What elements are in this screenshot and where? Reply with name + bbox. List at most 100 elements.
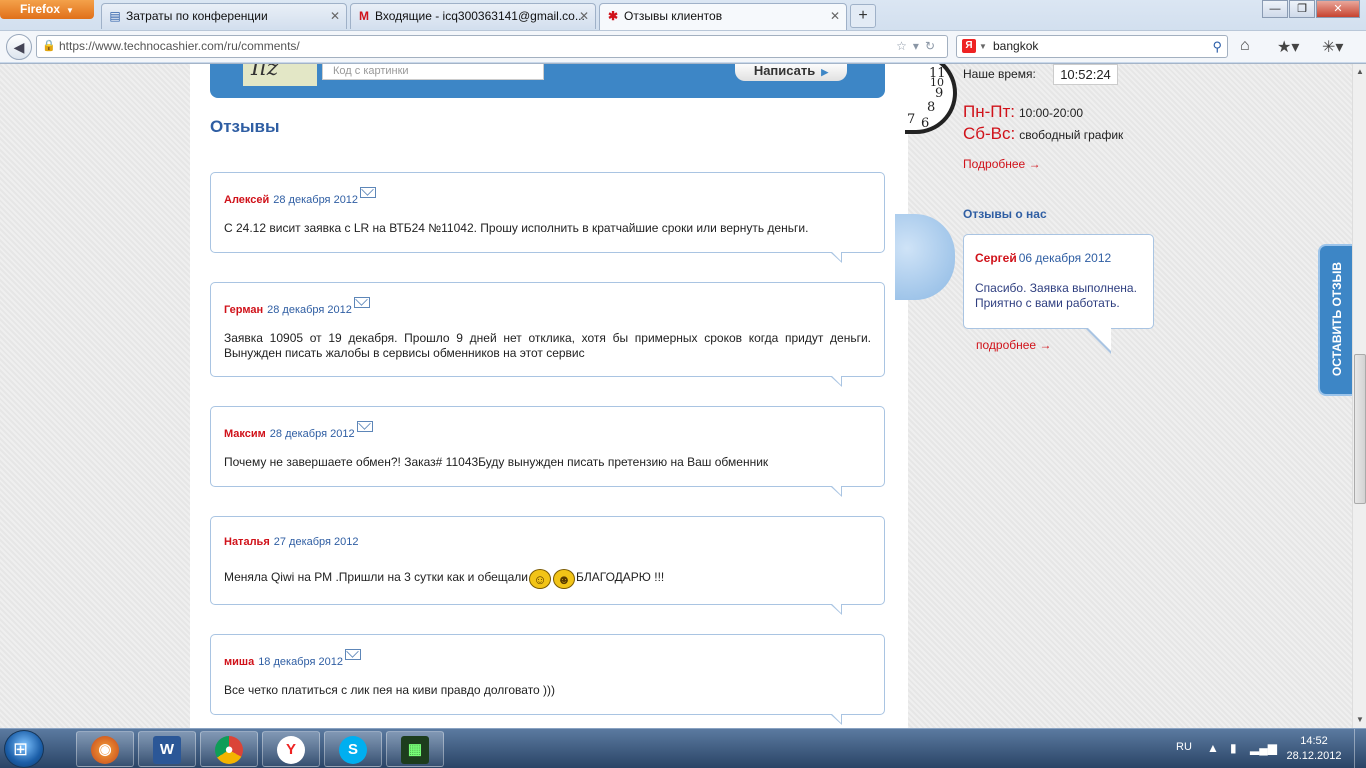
taskbar-monitor-app[interactable]: ▦ (386, 731, 444, 767)
page-viewport: Ilz Код с картинки Написать ▶ Отзывы Алек… (0, 64, 1352, 728)
captcha-input[interactable]: Код с картинки (322, 64, 544, 80)
tab-label: Отзывы клиентов (624, 9, 723, 23)
tray-time: 14:52 (1300, 735, 1328, 747)
review-card: Алексей 28 декабря 2012 С 24.12 висит зая… (210, 172, 885, 263)
side-review-more-link[interactable]: подробнее → (976, 338, 1051, 352)
scroll-thumb[interactable] (1354, 354, 1366, 504)
review-date: 28 декабря 2012 (267, 304, 352, 316)
time-label: Наше время: (963, 67, 1036, 81)
leave-review-tab[interactable]: ОСТАВИТЬ ОТЗЫВ (1318, 244, 1352, 396)
weekday-label: Пн-Пт: (963, 102, 1015, 121)
review-text-part: Меняла Qiwi на РМ .Пришли на 3 сутки как… (224, 570, 529, 584)
search-icon[interactable]: ⚲ (1212, 36, 1222, 57)
tab-gmail[interactable]: M Входящие - icq300363141@gmail.co... ✕ (350, 3, 596, 29)
tray-expand-icon[interactable]: ▲ (1207, 741, 1219, 755)
close-tab-icon[interactable]: ✕ (830, 4, 840, 28)
search-engine-icon[interactable]: Я (962, 39, 976, 53)
search-input[interactable]: bangkok (993, 39, 1038, 53)
mail-icon[interactable] (353, 297, 370, 308)
review-text-part: БЛАГОДАРЮ !!! (576, 570, 665, 584)
battery-icon[interactable]: ▮ (1230, 741, 1237, 755)
skype-icon: S (339, 736, 367, 764)
chevron-down-icon[interactable]: ▼ (979, 36, 987, 57)
review-card: миша 18 декабря 2012 Все четко платиться … (210, 634, 885, 725)
vertical-scrollbar[interactable]: ▲ ▼ (1352, 64, 1366, 728)
lock-icon: 🔒 (42, 40, 56, 52)
review-text: Почему не завершаете обмен?! Заказ# 1104… (224, 455, 769, 469)
weekend-label: Сб-Вс: (963, 124, 1016, 143)
main-content-column (190, 64, 908, 728)
arrow-right-icon: ▶ (821, 67, 829, 77)
bubble-tail (830, 485, 842, 497)
leave-review-label: ОСТАВИТЬ ОТЗЫВ (1330, 261, 1344, 377)
mail-icon[interactable] (360, 187, 377, 198)
taskbar-yandex[interactable]: Y (262, 731, 320, 767)
gmail-icon: M (359, 9, 369, 23)
review-author: миша (224, 656, 255, 668)
review-card: Максим 28 декабря 2012 Почему не завершае… (210, 406, 885, 497)
side-review-author: Сергей (975, 251, 1017, 265)
close-tab-icon[interactable]: ✕ (330, 4, 340, 28)
schedule-more-link[interactable]: Подробнее → (963, 157, 1041, 171)
taskbar-chrome[interactable]: ● (200, 731, 258, 767)
tab-expenses[interactable]: ▤ Затраты по конференции ✕ (101, 3, 347, 29)
taskbar-firefox[interactable]: ◉ (76, 731, 134, 767)
review-author: Алексей (224, 194, 270, 206)
network-icon[interactable]: ▂▄▆ (1250, 741, 1277, 755)
tab-label: Входящие - icq300363141@gmail.co... (375, 9, 585, 23)
address-bar[interactable]: 🔒 https://www.technocashier.com/ru/comme… (36, 35, 948, 58)
scroll-up-icon[interactable]: ▲ (1353, 64, 1366, 80)
current-time: 10:52:24 (1053, 64, 1118, 85)
start-button[interactable]: ⊞ (4, 730, 44, 768)
firefox-menu-button[interactable]: Firefox ▼ (0, 0, 94, 19)
bubble-tail (830, 603, 842, 615)
weekend-schedule: Сб-Вс: свободный график (963, 124, 1123, 144)
review-card: Наталья 27 декабря 2012 Меняла Qiwi на РМ… (210, 516, 885, 615)
site-icon: ✱ (607, 9, 619, 23)
addon-icon[interactable]: ✳▾ (1322, 37, 1343, 57)
review-date: 18 декабря 2012 (258, 656, 343, 668)
review-card: Герман 28 декабря 2012 Заявка 10905 от 19… (210, 282, 885, 387)
home-icon[interactable]: ⌂ (1240, 37, 1250, 55)
tab-reviews[interactable]: ✱ Отзывы клиентов ✕ (599, 3, 847, 30)
close-tab-icon[interactable]: ✕ (579, 4, 589, 28)
show-desktop-button[interactable] (1354, 729, 1366, 768)
bubble-tail (830, 375, 842, 387)
taskbar: ⊞ ◉ W ● Y S ▦ RU ▲ ▮ ▂▄▆ 14:52 28.12.201… (0, 728, 1366, 768)
tray-clock[interactable]: 14:52 28.12.2012 (1282, 734, 1346, 764)
smiley-icon: ☺ (529, 569, 552, 589)
review-text: С 24.12 висит заявка с LR на ВТБ24 №1104… (224, 221, 809, 235)
browser-chrome: Firefox ▼ ▤ Затраты по конференции ✕ M Вх… (0, 0, 1366, 64)
new-tab-button[interactable]: + (850, 4, 876, 28)
tray-date: 28.12.2012 (1286, 750, 1342, 762)
yandex-icon: Y (277, 736, 305, 764)
review-text: Меняла Qiwi на РМ .Пришли на 3 сутки как… (224, 569, 871, 589)
about-reviews-heading[interactable]: Отзывы о нас (963, 207, 1047, 221)
language-indicator[interactable]: RU (1176, 741, 1192, 753)
minimize-button[interactable]: — (1262, 0, 1288, 18)
mail-icon[interactable] (344, 649, 361, 660)
url-text: https://www.technocashier.com/ru/comment… (59, 39, 300, 53)
weekday-schedule: Пн-Пт: 10:00-20:00 (963, 102, 1083, 122)
back-button[interactable]: ◀ (6, 34, 32, 60)
close-window-button[interactable]: ✕ (1316, 0, 1360, 18)
review-author: Максим (224, 428, 266, 440)
review-author: Герман (224, 304, 264, 316)
restore-button[interactable]: ❐ (1289, 0, 1315, 18)
tab-label: Затраты по конференции (126, 9, 268, 23)
bubble-tail (830, 713, 842, 725)
bubble-tail (830, 251, 842, 263)
side-review-text: Спасибо. Заявка выполнена. Приятно с вам… (975, 281, 1137, 310)
captcha-image: Ilz (243, 64, 317, 86)
bookmark-star-icon[interactable]: ☆▾↻ (896, 36, 941, 57)
thumbs-up-smiley-icon: ☻ (553, 569, 576, 589)
search-bar[interactable]: Я ▼ bangkok ⚲ (956, 35, 1228, 58)
bookmarks-icon[interactable]: ★▾ (1277, 37, 1299, 57)
taskbar-skype[interactable]: S (324, 731, 382, 767)
taskbar-word[interactable]: W (138, 731, 196, 767)
mail-icon[interactable] (356, 421, 373, 432)
review-author: Наталья (224, 536, 270, 548)
submit-review-button[interactable]: Написать ▶ (735, 64, 847, 81)
review-text: Заявка 10905 от 19 декабря. Прошло 9 дне… (224, 331, 871, 360)
scroll-down-icon[interactable]: ▼ (1353, 712, 1366, 728)
